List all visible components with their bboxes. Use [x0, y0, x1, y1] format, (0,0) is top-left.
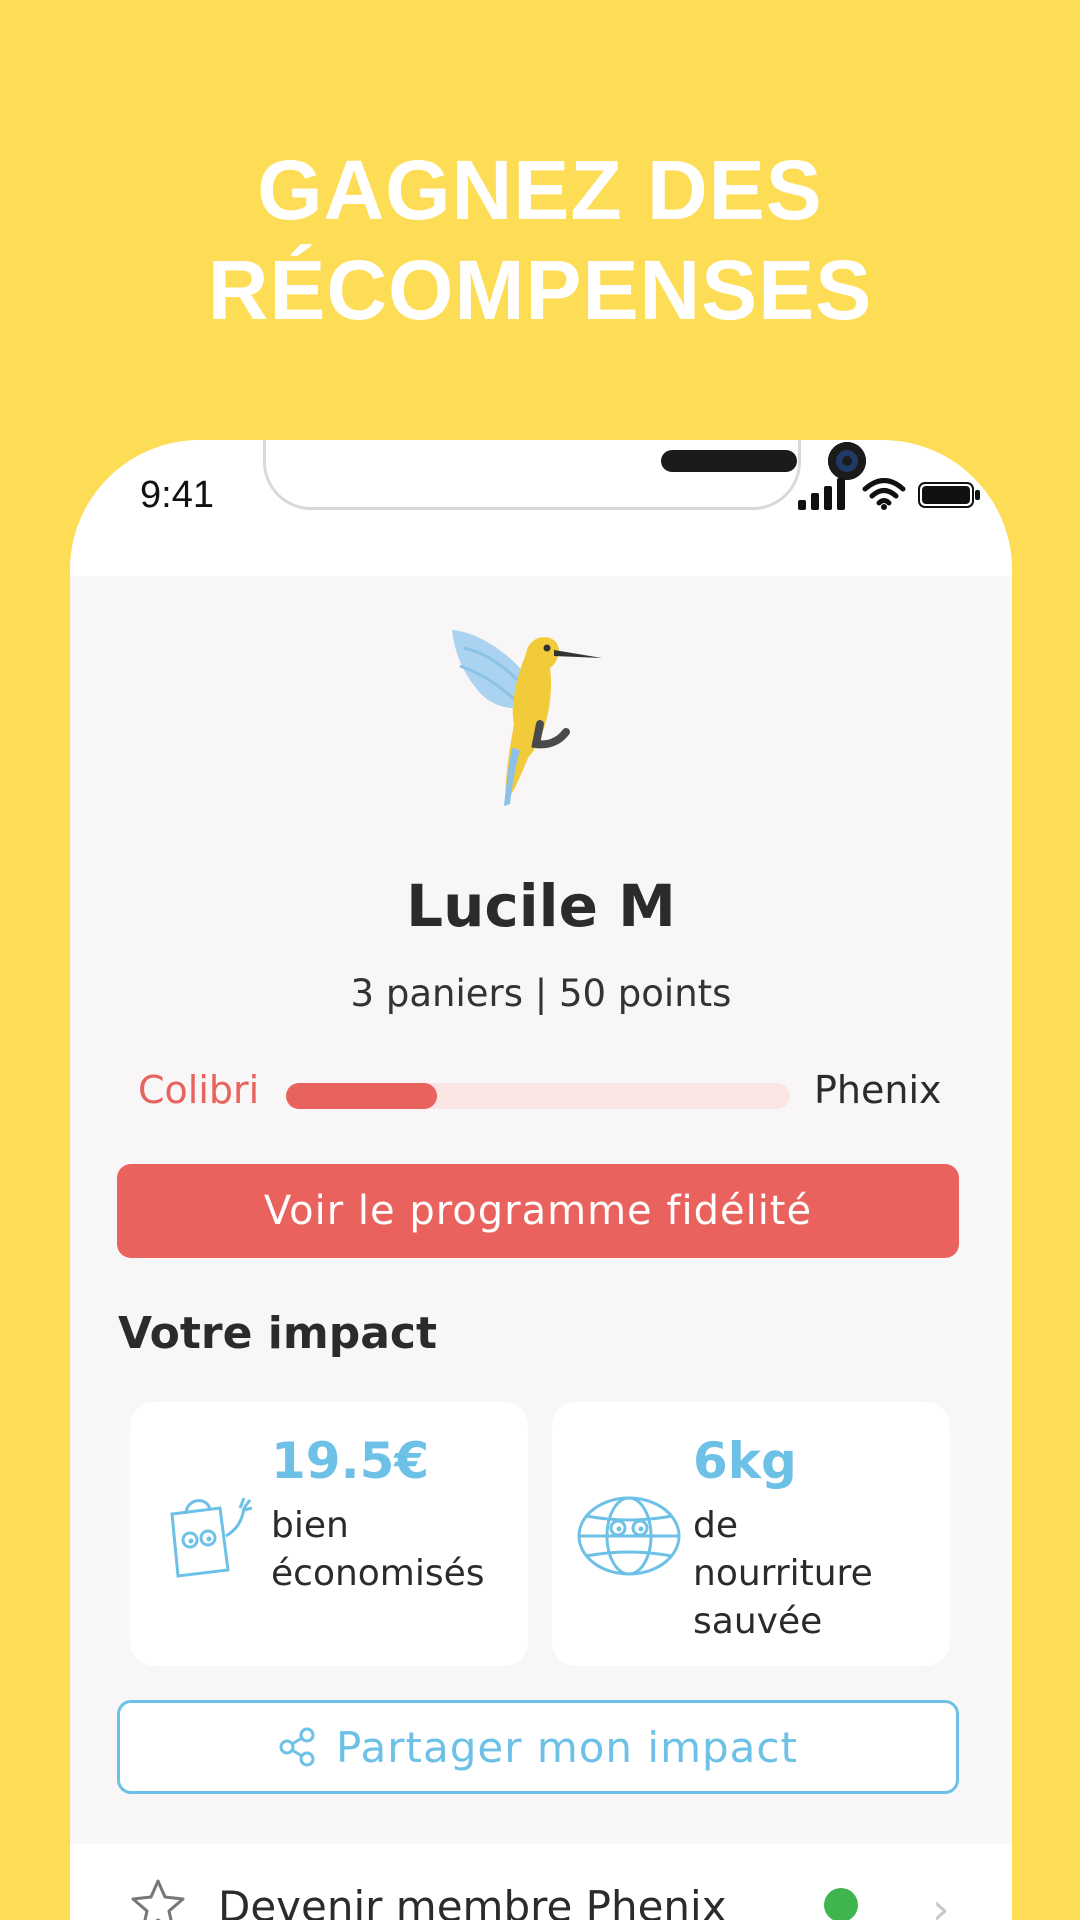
wifi-icon: [862, 478, 906, 510]
status-time: 9:41: [140, 474, 214, 516]
camera-icon: [828, 442, 866, 480]
chevron-right-icon: ›: [932, 1884, 950, 1920]
impact-card-savings: 19.5€ bien économisés: [130, 1402, 528, 1666]
share-button-label: Partager mon impact: [336, 1722, 798, 1772]
signal-icon: [798, 478, 845, 510]
savings-value: 19.5€: [271, 1432, 430, 1490]
phone-notch: [263, 440, 866, 510]
headline-line-2: RÉCOMPENSES: [207, 243, 873, 337]
impact-card-food: 6kg de nourriture sauvée: [552, 1402, 950, 1666]
food-saved-value: 6kg: [693, 1432, 797, 1490]
level-progress-bar: [286, 1083, 790, 1109]
user-stats: 3 paniers | 50 points: [350, 972, 732, 1015]
status-icons: [798, 478, 982, 510]
status-dot: [824, 1888, 858, 1920]
headline-line-1: GAGNEZ DES: [257, 143, 823, 237]
user-name: Lucile M: [406, 872, 676, 940]
food-label-line: nourriture: [693, 1553, 873, 1594]
share-icon: [279, 1727, 315, 1767]
battery-icon: [918, 482, 980, 508]
hummingbird-icon: [452, 630, 602, 806]
food-label-line: sauvée: [693, 1601, 823, 1642]
level-progress-fill: [286, 1083, 438, 1109]
status-bar: 9:41: [70, 440, 1012, 576]
current-level-label: Colibri: [138, 1068, 260, 1112]
share-impact-button[interactable]: Partager mon impact: [117, 1700, 959, 1794]
phone-frame: 9:41 Lucile M 3 paniers | 50 points Coli…: [70, 440, 1012, 1920]
star-icon: [131, 1879, 185, 1920]
menu-item-become-member[interactable]: Devenir membre Phenix ›: [70, 1844, 1012, 1920]
food-label-line: de: [693, 1505, 738, 1546]
food-saved-label: de nourriture sauvée: [693, 1502, 943, 1646]
savings-label-line: économisés: [271, 1553, 485, 1594]
loyalty-program-button[interactable]: Voir le programme fidélité: [117, 1164, 959, 1258]
shopping-bag-icon: [170, 1497, 253, 1578]
globe-icon: [577, 1496, 681, 1576]
speaker-grille: [661, 450, 797, 472]
next-level-label: Phenix: [814, 1068, 942, 1112]
savings-label: bien économisés: [271, 1502, 521, 1598]
savings-label-line: bien: [271, 1505, 349, 1546]
menu-item-label: Devenir membre Phenix: [218, 1882, 727, 1920]
promo-headline: GAGNEZ DES RÉCOMPENSES: [0, 140, 1080, 340]
impact-section-title: Votre impact: [118, 1308, 437, 1359]
